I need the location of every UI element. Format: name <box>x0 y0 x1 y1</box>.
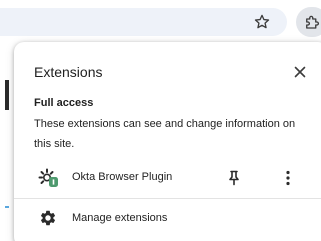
extension-more-button[interactable] <box>276 166 300 190</box>
browser-toolbar <box>0 0 321 44</box>
pin-icon <box>229 170 239 186</box>
puzzle-piece-icon <box>306 15 319 29</box>
close-button[interactable] <box>290 62 310 82</box>
extension-row-okta[interactable]: Okta Browser Plugin <box>14 162 321 196</box>
page-content-fragment <box>5 80 9 110</box>
pin-extension-button[interactable] <box>222 166 246 190</box>
close-icon <box>294 66 306 78</box>
okta-plugin-icon <box>38 168 58 187</box>
full-access-heading: Full access <box>34 97 94 109</box>
extensions-popup: Extensions Full access These extensions … <box>14 42 321 241</box>
page-content-edge <box>0 44 14 241</box>
more-vertical-icon <box>286 170 290 186</box>
bookmark-button[interactable] <box>250 10 274 34</box>
full-access-description: These extensions can see and change info… <box>34 118 296 150</box>
popup-title: Extensions <box>34 64 103 80</box>
divider <box>14 198 321 199</box>
page-content-fragment <box>5 206 9 208</box>
extensions-button[interactable] <box>296 7 321 37</box>
extension-name: Okta Browser Plugin <box>72 171 173 183</box>
gear-icon <box>40 210 56 226</box>
address-bar[interactable] <box>0 8 287 36</box>
star-outline-icon <box>254 14 270 29</box>
manage-extensions-label: Manage extensions <box>72 212 168 224</box>
manage-extensions-button[interactable]: Manage extensions <box>14 202 321 236</box>
